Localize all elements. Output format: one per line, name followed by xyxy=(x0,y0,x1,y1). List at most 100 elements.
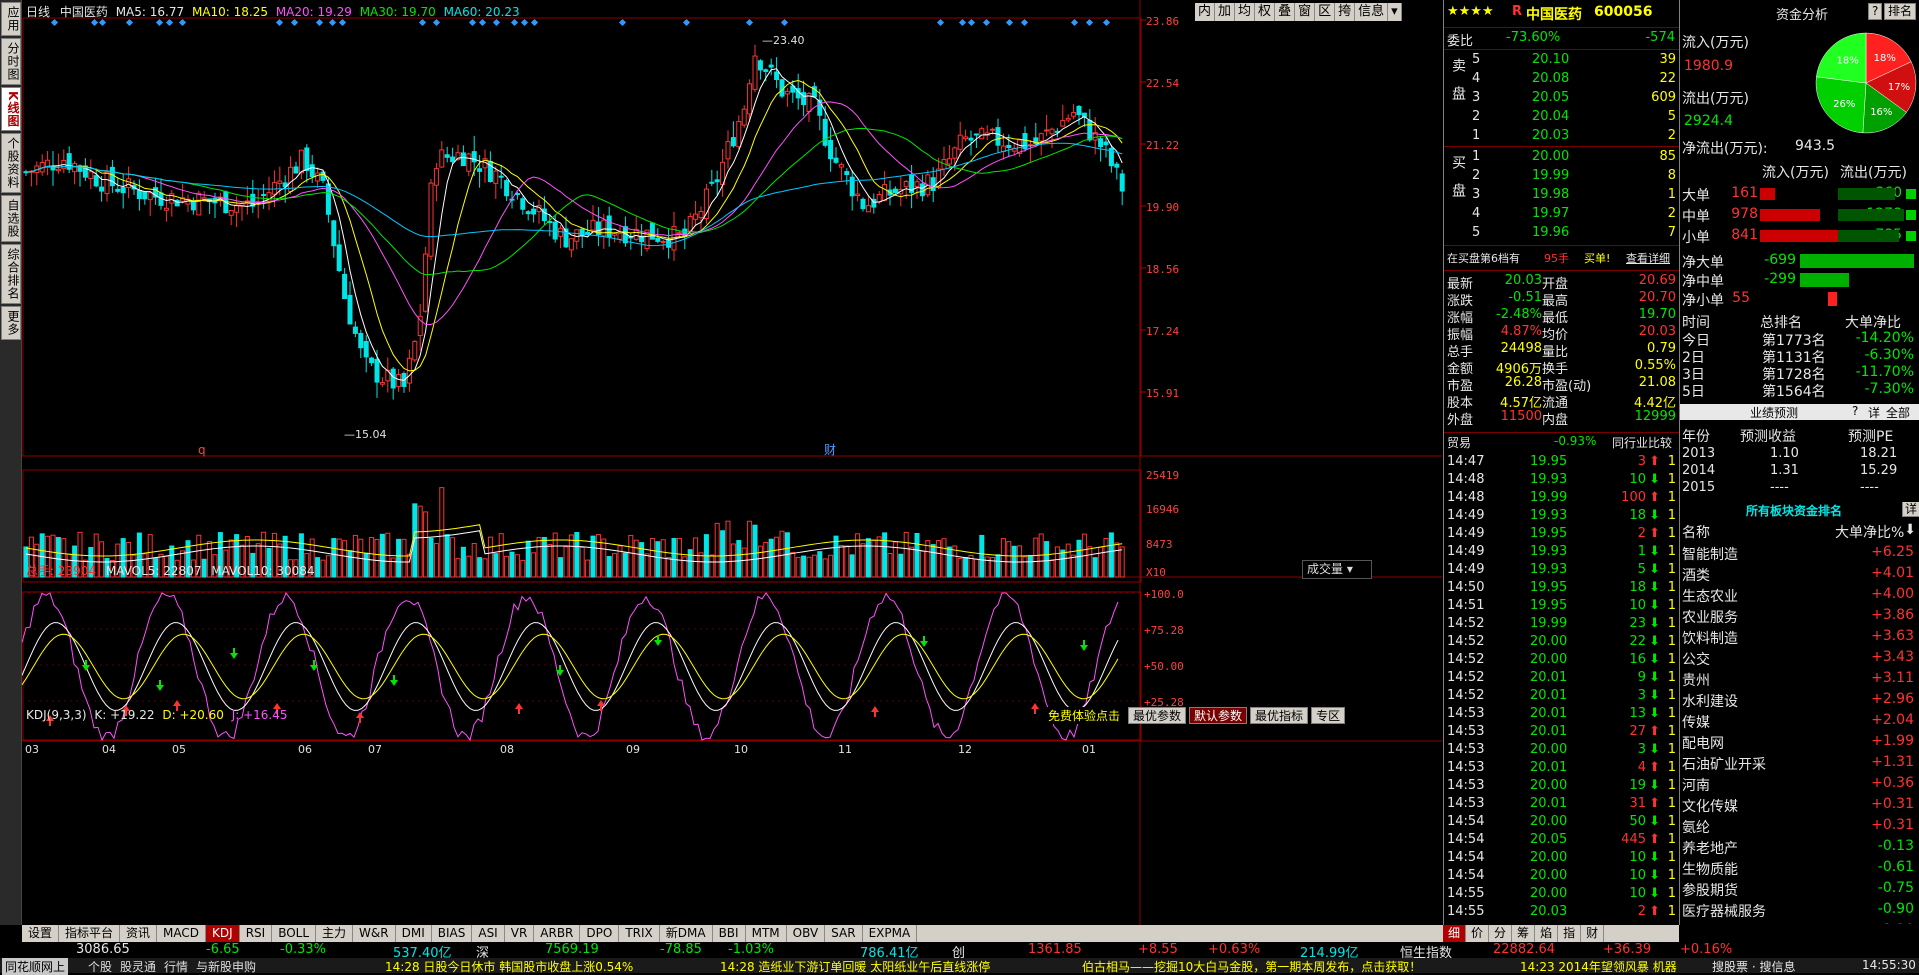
toolbar-button-4[interactable]: 叠 xyxy=(1275,3,1296,21)
detail-tab-0[interactable]: 细 xyxy=(1443,925,1467,942)
forecast-detail-button[interactable]: 详 xyxy=(1868,404,1880,421)
indicator-tab-14[interactable]: DPO xyxy=(580,925,620,942)
tick-list[interactable]: 14:47 19.95 3 ⬆ 1 14:48 19.93 10 ⬇ 1 14:48 19.99 100… xyxy=(1444,454,1680,924)
forecast-all-button[interactable]: 全部 xyxy=(1886,404,1910,421)
sort-down-icon[interactable]: ⬇ xyxy=(1904,522,1916,538)
toolbar-button-1[interactable]: 加 xyxy=(1215,3,1236,21)
taskbar-item[interactable]: 行情 xyxy=(164,960,188,974)
sector-row[interactable]: 石油矿业开采 +1.31 xyxy=(1680,754,1919,773)
order-level[interactable]: 1 20.00 85 xyxy=(1444,149,1680,166)
sector-row[interactable]: 智能制造 +6.25 xyxy=(1680,544,1919,563)
indicator-tab-7[interactable]: 主力 xyxy=(316,925,354,942)
sector-row[interactable]: 公交 +3.43 xyxy=(1680,649,1919,668)
kdj-option-0[interactable]: 免费体验点击 xyxy=(1043,707,1126,724)
indicator-tab-13[interactable]: ARBR xyxy=(534,925,581,942)
sector-row[interactable]: 生态农业 +4.00 xyxy=(1680,586,1919,605)
rank-button[interactable]: 排名 xyxy=(1884,3,1917,20)
side-tab-6[interactable]: 更多 xyxy=(1,306,21,341)
help-button[interactable]: ? xyxy=(1868,3,1883,20)
side-tab-4[interactable]: 自选股 xyxy=(1,195,21,243)
sector-row[interactable]: 贵州 +3.11 xyxy=(1680,670,1919,689)
sector-row[interactable]: 参股期货 -0.75 xyxy=(1680,880,1919,899)
toolbar-button-5[interactable]: 窗 xyxy=(1295,3,1316,21)
sector-row[interactable]: 氨纶 +0.31 xyxy=(1680,817,1919,836)
sector-row[interactable]: 河南 +0.36 xyxy=(1680,775,1919,794)
kline-chart-area[interactable]: 23.86 22.54 21.22 19.90 18.56 17.24 15.91 25419… xyxy=(22,0,1442,925)
indicator-tab-16[interactable]: 新DMA xyxy=(660,925,713,942)
indicator-tab-18[interactable]: MTM xyxy=(746,925,787,942)
order-level[interactable]: 5 20.10 39 xyxy=(1444,52,1680,69)
sector-row[interactable]: 酒类 +4.01 xyxy=(1680,565,1919,584)
sector-row[interactable]: 饮料制造 +3.63 xyxy=(1680,628,1919,647)
news-2[interactable]: 14:28 造纸业下游订单回暖 太阳纸业午后直线涨停 xyxy=(720,958,990,975)
indicator-tab-9[interactable]: DMI xyxy=(396,925,432,942)
forecast-help-button[interactable]: ? xyxy=(1852,404,1858,418)
order-level[interactable]: 5 19.96 7 xyxy=(1444,225,1680,242)
indicator-tab-15[interactable]: TRIX xyxy=(619,925,660,942)
side-tab-5[interactable]: 综合排名 xyxy=(1,244,21,305)
indicator-tab-11[interactable]: ASI xyxy=(472,925,505,942)
side-tab-2[interactable]: K线图 xyxy=(1,87,21,132)
sector-row[interactable]: 生物质能 -0.61 xyxy=(1680,859,1919,878)
indicator-tab-2[interactable]: 资讯 xyxy=(120,925,158,942)
industry-compare-button[interactable]: 同行业比较 xyxy=(1612,434,1672,451)
news-3[interactable]: 伯古相马——挖掘10大白马金股，第一期本周发布，点击获取！ xyxy=(1082,958,1421,975)
toolbar-button-7[interactable]: 挎 xyxy=(1335,3,1356,21)
indicator-tab-3[interactable]: MACD xyxy=(157,925,207,942)
order-level[interactable]: 4 20.08 22 xyxy=(1444,71,1680,88)
sector-row[interactable]: 养老地产 -0.13 xyxy=(1680,838,1919,857)
indicator-tab-8[interactable]: W&R xyxy=(353,925,396,942)
sector-row[interactable]: 文化传媒 +0.31 xyxy=(1680,796,1919,815)
order-level[interactable]: 4 19.97 2 xyxy=(1444,206,1680,223)
indicator-tab-10[interactable]: BIAS xyxy=(432,925,473,942)
sector-row[interactable]: 传媒 +2.04 xyxy=(1680,712,1919,731)
indicator-tab-4[interactable]: KDJ xyxy=(206,925,240,942)
indicator-tab-17[interactable]: BBI xyxy=(713,925,746,942)
kline-chart-svg[interactable]: 23.86 22.54 21.22 19.90 18.56 17.24 15.91 25419… xyxy=(22,0,1442,925)
toolbar-button-3[interactable]: 权 xyxy=(1255,3,1276,21)
side-tab-0[interactable]: 应用 xyxy=(1,2,21,36)
indicator-tab-21[interactable]: EXPMA xyxy=(863,925,918,942)
order-level[interactable]: 3 19.98 1 xyxy=(1444,187,1680,204)
toolbar-button-8[interactable]: 信息 xyxy=(1355,3,1389,21)
kdj-option-2[interactable]: 默认参数 xyxy=(1189,707,1248,724)
indicator-tab-12[interactable]: VR xyxy=(505,925,535,942)
indicator-tab-5[interactable]: RSI xyxy=(240,925,273,942)
news-4[interactable]: 14:23 2014年望领风暴 机器 xyxy=(1520,958,1710,975)
kdj-option-4[interactable]: 专区 xyxy=(1311,707,1346,724)
toolbar-button-6[interactable]: 区 xyxy=(1315,3,1336,21)
order-level[interactable]: 2 19.99 8 xyxy=(1444,168,1680,185)
detail-tab-4[interactable]: 焰 xyxy=(1535,925,1559,942)
toolbar-button-0[interactable]: 内 xyxy=(1195,3,1216,21)
kdj-option-3[interactable]: 最优指标 xyxy=(1250,707,1309,724)
side-tab-1[interactable]: 分时图 xyxy=(1,38,21,85)
order-level[interactable]: 3 20.05 609 xyxy=(1444,90,1680,107)
toolbar-button-2[interactable]: 均 xyxy=(1235,3,1256,21)
kdj-option-1[interactable]: 最优参数 xyxy=(1128,707,1187,724)
taskbar-item[interactable]: 个股 xyxy=(88,960,112,974)
detail-tab-6[interactable]: 财 xyxy=(1581,925,1605,942)
sector-row[interactable]: 医疗器械服务 -0.90 xyxy=(1680,901,1919,920)
notice-detail-link[interactable]: 查看详细 xyxy=(1626,250,1670,266)
indicator-tab-1[interactable]: 指标平台 xyxy=(59,925,121,942)
indicator-tab-6[interactable]: BOLL xyxy=(272,925,317,942)
search-hint[interactable]: 搜股票 · 搜信息 xyxy=(1712,958,1795,975)
detail-tab-3[interactable]: 筹 xyxy=(1512,925,1536,942)
detail-tab-2[interactable]: 分 xyxy=(1489,925,1513,942)
order-level[interactable]: 1 20.03 2 xyxy=(1444,128,1680,145)
indicator-select[interactable]: 成交量 ▾ xyxy=(1302,560,1372,579)
sector-row[interactable]: 农业服务 +3.86 xyxy=(1680,607,1919,626)
detail-tab-5[interactable]: 指 xyxy=(1558,925,1582,942)
chart-menu-button[interactable]: ▾ xyxy=(1388,3,1402,21)
sector-row[interactable]: 配电网 +1.99 xyxy=(1680,733,1919,752)
indicator-tab-19[interactable]: OBV xyxy=(787,925,826,942)
app-taskbar-button[interactable]: 同花顺网上 xyxy=(2,958,69,975)
order-level[interactable]: 2 20.04 5 xyxy=(1444,109,1680,126)
sector-row[interactable]: 动力锂电池 -1.10 xyxy=(1680,922,1919,924)
taskbar-item[interactable]: 股灵通 xyxy=(120,960,156,974)
taskbar-item[interactable]: 与新股申购 xyxy=(196,960,256,974)
indicator-tab-20[interactable]: SAR xyxy=(825,925,863,942)
indicator-tab-0[interactable]: 设置 xyxy=(22,925,60,942)
side-tab-3[interactable]: 个股资料 xyxy=(1,133,21,194)
detail-tab-1[interactable]: 价 xyxy=(1466,925,1490,942)
